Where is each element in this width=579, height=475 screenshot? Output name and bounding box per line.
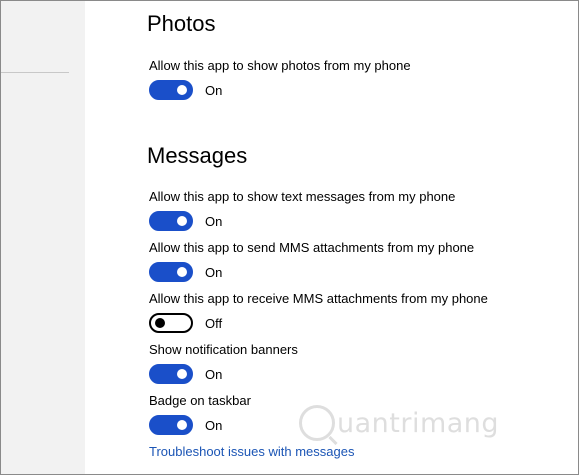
messages-show-text-row: On (149, 211, 222, 231)
messages-banners-state: On (205, 366, 223, 382)
messages-section-title: Messages (147, 143, 248, 168)
messages-send-mms-row: On (149, 262, 222, 282)
messages-send-mms-state: On (205, 264, 223, 280)
messages-banners-label: Show notification banners (149, 342, 298, 357)
toggle-knob (177, 369, 187, 379)
settings-window: Photos Allow this app to show photos fro… (0, 0, 579, 475)
messages-banners-row: On (149, 364, 222, 384)
photos-show-state: On (205, 82, 223, 98)
messages-badge-label: Badge on taskbar (149, 393, 251, 408)
messages-receive-mms-state: Off (205, 315, 223, 331)
messages-receive-mms-row: Off (149, 313, 222, 333)
messages-show-text-label: Allow this app to show text messages fro… (149, 189, 456, 204)
messages-receive-mms-toggle[interactable] (149, 313, 193, 333)
messages-send-mms-toggle[interactable] (149, 262, 193, 282)
messages-receive-mms-label: Allow this app to receive MMS attachment… (149, 291, 488, 306)
photos-show-row: On (149, 80, 222, 100)
troubleshoot-messages-link[interactable]: Troubleshoot issues with messages (149, 444, 354, 459)
photos-section-title: Photos (147, 11, 216, 36)
settings-content: Photos Allow this app to show photos fro… (1, 1, 578, 474)
toggle-knob (177, 420, 187, 430)
toggle-knob (177, 85, 187, 95)
toggle-knob (177, 267, 187, 277)
messages-send-mms-label: Allow this app to send MMS attachments f… (149, 240, 475, 255)
toggle-knob (177, 216, 187, 226)
messages-show-text-toggle[interactable] (149, 211, 193, 231)
messages-badge-row: On (149, 415, 222, 435)
messages-banners-toggle[interactable] (149, 364, 193, 384)
messages-show-text-state: On (205, 213, 223, 229)
photos-show-label: Allow this app to show photos from my ph… (149, 58, 411, 73)
messages-badge-toggle[interactable] (149, 415, 193, 435)
photos-show-toggle[interactable] (149, 80, 193, 100)
toggle-knob (155, 318, 165, 328)
messages-badge-state: On (205, 417, 223, 433)
